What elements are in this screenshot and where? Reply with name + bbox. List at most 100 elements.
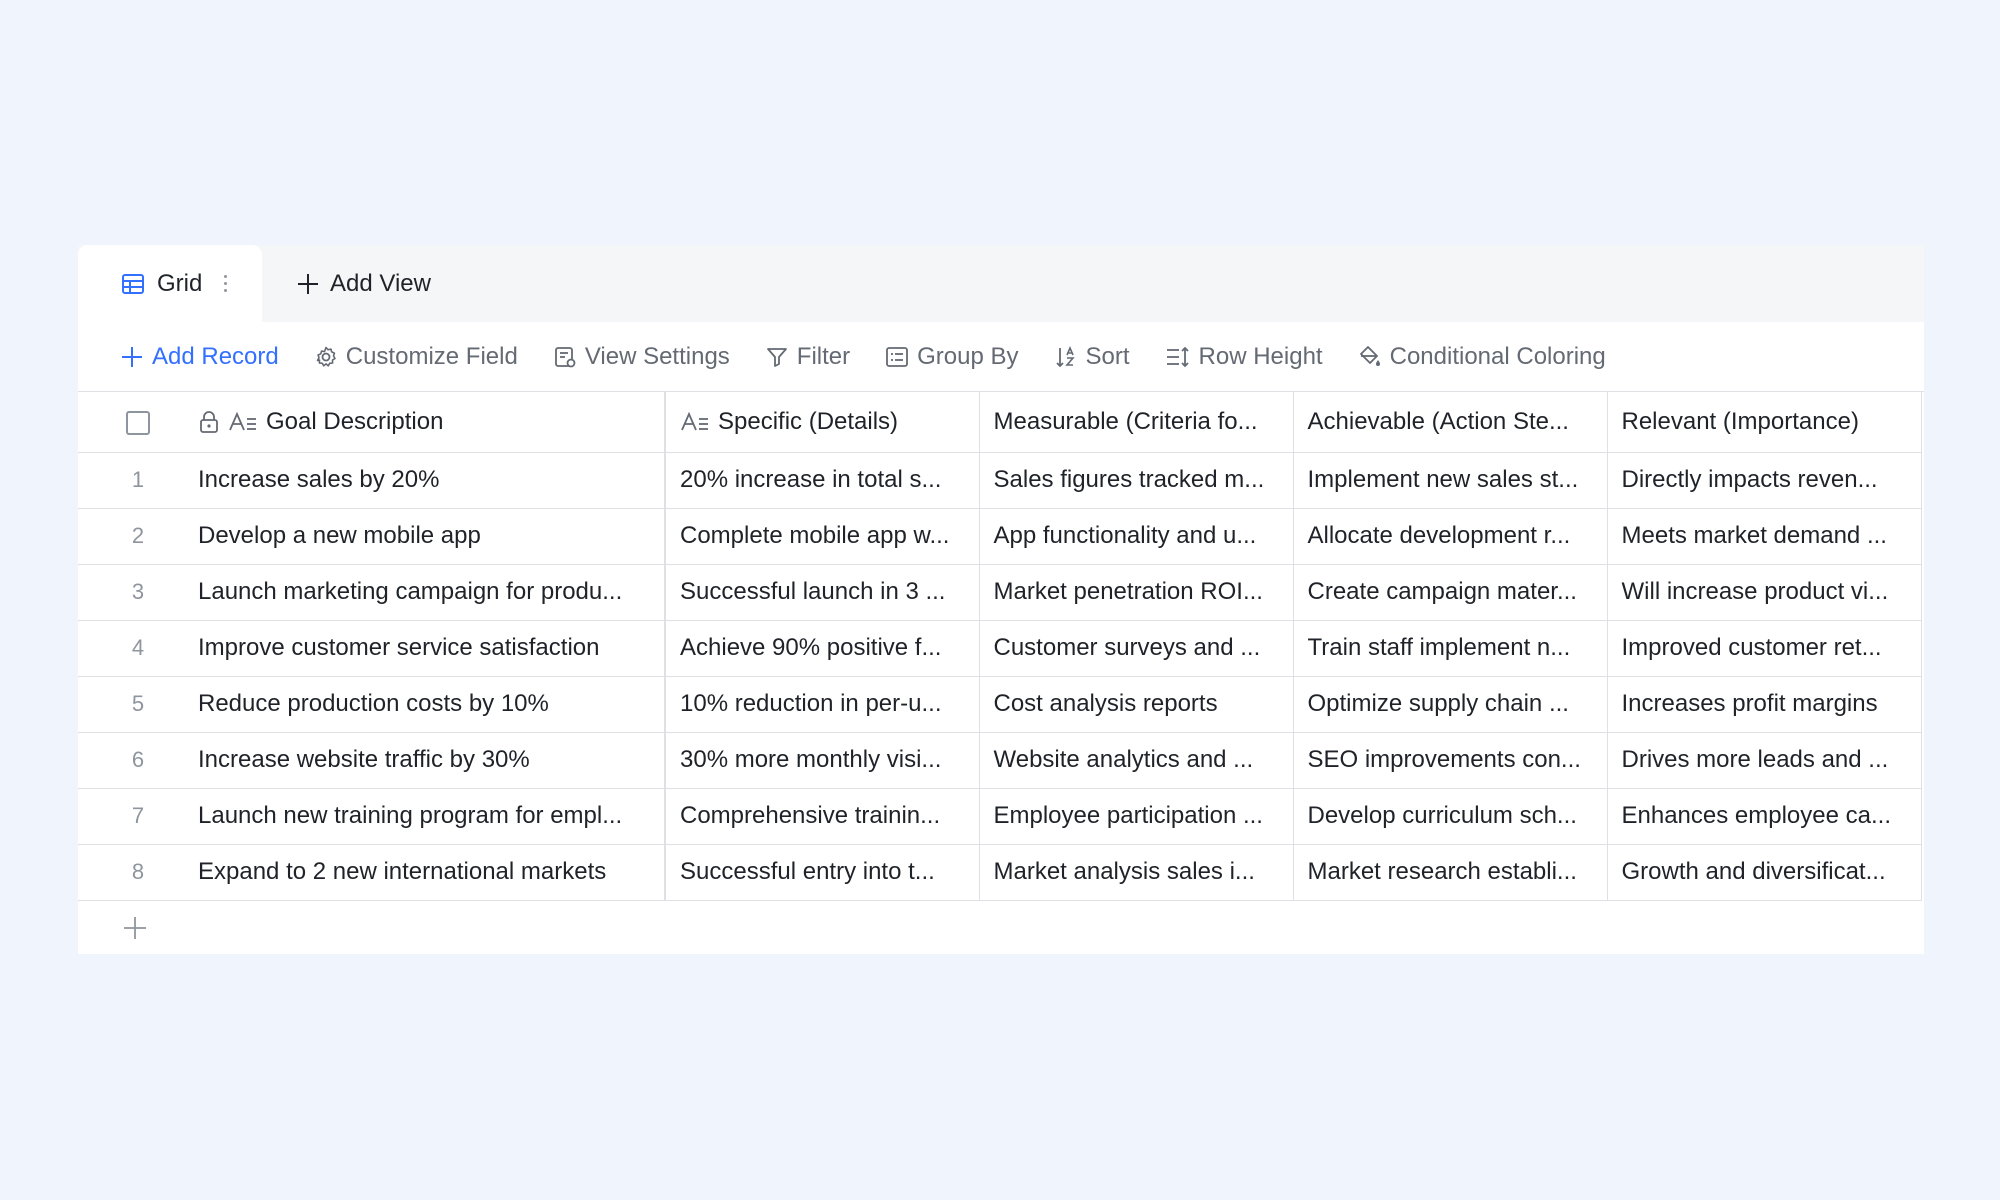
view-settings-button[interactable]: View Settings	[553, 343, 730, 371]
cell-relevant[interactable]: Drives more leads and ...	[1607, 732, 1922, 789]
cell-achievable[interactable]: Create campaign mater...	[1293, 564, 1608, 621]
grid-panel: Grid Add View Add Record Customize Field	[78, 245, 1924, 954]
customize-field-label: Customize Field	[345, 342, 518, 370]
add-view-label: Add View	[330, 269, 431, 297]
cell-measurable[interactable]: Customer surveys and ...	[979, 620, 1294, 677]
paint-bucket-icon	[1359, 345, 1380, 366]
cell-specific[interactable]: Successful entry into t...	[665, 844, 980, 901]
select-all-checkbox[interactable]	[126, 410, 150, 435]
table-row[interactable]: 7 Launch new training program for empl..…	[78, 788, 1922, 845]
row-number: 5	[78, 676, 198, 733]
row-height-button[interactable]: Row Height	[1165, 343, 1323, 371]
row-number: 3	[78, 564, 198, 621]
view-tab-bar: Grid Add View	[78, 245, 1924, 322]
filter-label: Filter	[796, 342, 851, 370]
cell-relevant[interactable]: Growth and diversificat...	[1607, 844, 1922, 901]
cell-goal-description[interactable]: Launch marketing campaign for produ...	[198, 564, 666, 621]
cell-specific[interactable]: Comprehensive trainin...	[665, 788, 980, 845]
plus-icon	[298, 273, 318, 294]
cell-achievable[interactable]: Market research establi...	[1293, 844, 1608, 901]
cell-specific[interactable]: Successful launch in 3 ...	[665, 564, 980, 621]
toolbar: Add Record Customize Field View Settings…	[78, 322, 1924, 392]
table-row[interactable]: 4 Improve customer service satisfaction …	[78, 620, 1922, 677]
cell-achievable[interactable]: Develop curriculum sch...	[1293, 788, 1608, 845]
table-row[interactable]: 3 Launch marketing campaign for produ...…	[78, 564, 1922, 621]
cell-goal-description[interactable]: Increase website traffic by 30%	[198, 732, 666, 789]
cell-measurable[interactable]: App functionality and u...	[979, 508, 1294, 565]
text-field-icon	[681, 411, 708, 431]
cell-specific[interactable]: 20% increase in total s...	[665, 452, 980, 509]
lock-icon	[200, 410, 218, 433]
customize-field-button[interactable]: Customize Field	[314, 343, 518, 371]
table-row[interactable]: 2 Develop a new mobile app Complete mobi…	[78, 508, 1922, 565]
cell-relevant[interactable]: Will increase product vi...	[1607, 564, 1922, 621]
column-header-label: Goal Description	[266, 407, 444, 435]
cell-measurable[interactable]: Market penetration ROI...	[979, 564, 1294, 621]
cell-relevant[interactable]: Meets market demand ...	[1607, 508, 1922, 565]
cell-achievable[interactable]: Allocate development r...	[1293, 508, 1608, 565]
view-settings-icon	[554, 346, 576, 367]
column-header-achievable[interactable]: Achievable (Action Ste...	[1293, 392, 1608, 453]
cell-goal-description[interactable]: Reduce production costs by 10%	[198, 676, 666, 733]
conditional-coloring-label: Conditional Coloring	[1389, 342, 1606, 370]
cell-achievable[interactable]: SEO improvements con...	[1293, 732, 1608, 789]
table-row[interactable]: 5 Reduce production costs by 10% 10% red…	[78, 676, 1922, 733]
cell-relevant[interactable]: Enhances employee ca...	[1607, 788, 1922, 845]
filter-icon	[766, 347, 787, 367]
group-by-label: Group By	[917, 342, 1019, 370]
row-number: 2	[78, 508, 198, 565]
cell-relevant[interactable]: Increases profit margins	[1607, 676, 1922, 733]
cell-achievable[interactable]: Implement new sales st...	[1293, 452, 1608, 509]
gear-icon	[316, 346, 336, 367]
cell-measurable[interactable]: Sales figures tracked m...	[979, 452, 1294, 509]
column-header-measurable[interactable]: Measurable (Criteria fo...	[979, 392, 1294, 453]
column-header-goal-description[interactable]: Goal Description	[198, 392, 666, 453]
row-number: 1	[78, 452, 198, 509]
row-number: 6	[78, 732, 198, 789]
add-record-button[interactable]: Add Record	[120, 343, 279, 371]
row-height-icon	[1166, 346, 1189, 367]
column-header-label: Specific (Details)	[718, 407, 899, 435]
conditional-coloring-button[interactable]: Conditional Coloring	[1358, 343, 1606, 371]
table-header-row: Goal Description Specific (Details) Meas…	[78, 392, 1922, 453]
cell-measurable[interactable]: Cost analysis reports	[979, 676, 1294, 733]
column-header-relevant[interactable]: Relevant (Importance)	[1607, 392, 1922, 453]
filter-button[interactable]: Filter	[765, 343, 850, 371]
tab-grid[interactable]: Grid	[78, 245, 262, 322]
cell-measurable[interactable]: Market analysis sales i...	[979, 844, 1294, 901]
cell-relevant[interactable]: Improved customer ret...	[1607, 620, 1922, 677]
add-view-button[interactable]: Add View	[296, 245, 431, 322]
cell-goal-description[interactable]: Improve customer service satisfaction	[198, 620, 666, 677]
column-header-specific[interactable]: Specific (Details)	[665, 392, 980, 453]
add-row-button[interactable]	[78, 902, 1924, 954]
cell-achievable[interactable]: Train staff implement n...	[1293, 620, 1608, 677]
plus-icon	[122, 346, 142, 367]
cell-specific[interactable]: Achieve 90% positive f...	[665, 620, 980, 677]
group-by-button[interactable]: Group By	[885, 342, 1019, 371]
select-all-header	[78, 392, 198, 453]
cell-measurable[interactable]: Employee participation ...	[979, 788, 1294, 845]
tab-grid-label: Grid	[157, 269, 203, 297]
cell-goal-description[interactable]: Expand to 2 new international markets	[198, 844, 666, 901]
table-row[interactable]: 1 Increase sales by 20% 20% increase in …	[78, 452, 1922, 509]
row-height-label: Row Height	[1198, 342, 1323, 370]
cell-goal-description[interactable]: Launch new training program for empl...	[198, 788, 666, 845]
cell-achievable[interactable]: Optimize supply chain ...	[1293, 676, 1608, 733]
cell-measurable[interactable]: Website analytics and ...	[979, 732, 1294, 789]
group-by-icon	[886, 346, 909, 367]
sort-label: Sort	[1085, 342, 1130, 370]
cell-goal-description[interactable]: Develop a new mobile app	[198, 508, 666, 565]
cell-specific[interactable]: 30% more monthly visi...	[665, 732, 980, 789]
table-row[interactable]: 6 Increase website traffic by 30% 30% mo…	[78, 732, 1922, 789]
records-table: Goal Description Specific (Details) Meas…	[78, 392, 1922, 901]
table-row[interactable]: 8 Expand to 2 new international markets …	[78, 844, 1922, 901]
plus-icon	[124, 917, 146, 939]
grid-table-icon	[122, 273, 144, 294]
cell-relevant[interactable]: Directly impacts reven...	[1607, 452, 1922, 509]
more-options-icon[interactable]	[224, 275, 228, 292]
cell-goal-description[interactable]: Increase sales by 20%	[198, 452, 666, 509]
text-field-icon	[229, 411, 256, 431]
cell-specific[interactable]: Complete mobile app w...	[665, 508, 980, 565]
sort-button[interactable]: Sort	[1054, 343, 1130, 371]
cell-specific[interactable]: 10% reduction in per-u...	[665, 676, 980, 733]
